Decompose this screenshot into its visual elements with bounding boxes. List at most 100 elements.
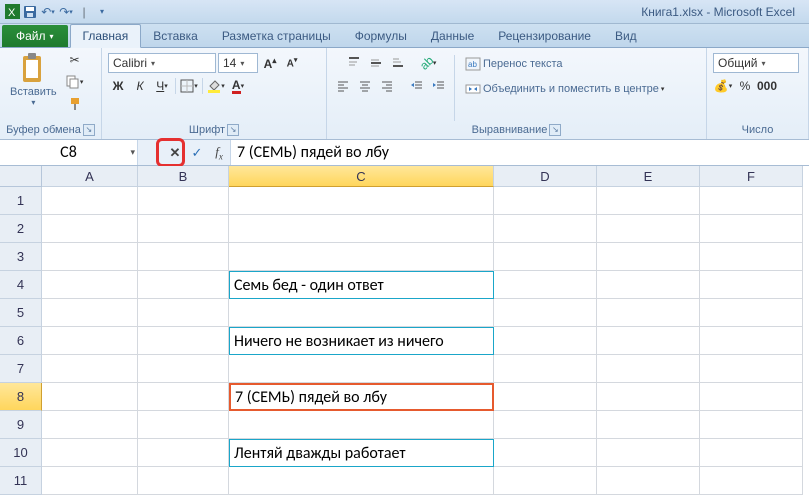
cell-F6[interactable] — [700, 327, 803, 355]
cell-E1[interactable] — [597, 187, 700, 215]
cell-D5[interactable] — [494, 299, 597, 327]
cell-F4[interactable] — [700, 271, 803, 299]
cell-D3[interactable] — [494, 243, 597, 271]
column-header-B[interactable]: B — [138, 166, 229, 187]
align-top-button[interactable] — [344, 53, 364, 73]
align-middle-button[interactable] — [366, 53, 386, 73]
name-box[interactable]: C8 ▾ — [0, 140, 138, 165]
cut-button[interactable]: ✂ — [65, 50, 85, 70]
cell-C8[interactable]: 7 (СЕМЬ) пядей во лбу — [229, 383, 494, 411]
cell-A4[interactable] — [42, 271, 138, 299]
cell-E2[interactable] — [597, 215, 700, 243]
cell-C10[interactable]: Лентяй дважды работает — [229, 439, 494, 467]
cell-B3[interactable] — [138, 243, 229, 271]
cell-B9[interactable] — [138, 411, 229, 439]
cell-F9[interactable] — [700, 411, 803, 439]
align-right-button[interactable] — [377, 76, 397, 96]
cell-D6[interactable] — [494, 327, 597, 355]
cell-A6[interactable] — [42, 327, 138, 355]
cell-F10[interactable] — [700, 439, 803, 467]
row-header-8[interactable]: 8 — [0, 383, 42, 411]
cell-C2[interactable] — [229, 215, 494, 243]
font-name-combo[interactable]: Calibri▾ — [108, 53, 216, 73]
cell-C6[interactable]: Ничего не возникает из ничего — [229, 327, 494, 355]
cell-F11[interactable] — [700, 467, 803, 495]
row-header-5[interactable]: 5 — [0, 299, 42, 327]
comma-button[interactable]: 000 — [757, 76, 777, 96]
tab-data[interactable]: Данные — [419, 25, 486, 47]
align-center-button[interactable] — [355, 76, 375, 96]
cell-A11[interactable] — [42, 467, 138, 495]
wrap-text-button[interactable]: ab Перенос текста — [460, 53, 568, 75]
cell-D7[interactable] — [494, 355, 597, 383]
cell-B2[interactable] — [138, 215, 229, 243]
cell-B8[interactable] — [138, 383, 229, 411]
cell-C1[interactable] — [229, 187, 494, 215]
select-all-corner[interactable] — [0, 166, 42, 187]
paste-button[interactable]: Вставить ▾ — [6, 50, 61, 109]
underline-button[interactable]: Ч▾ — [152, 76, 172, 96]
cell-B5[interactable] — [138, 299, 229, 327]
orientation-button[interactable]: ab▾ — [418, 53, 438, 73]
tab-view[interactable]: Вид — [603, 25, 649, 47]
dialog-launcher[interactable]: ↘ — [83, 124, 95, 136]
cell-A7[interactable] — [42, 355, 138, 383]
redo-icon[interactable]: ↷▾ — [58, 4, 74, 20]
row-header-6[interactable]: 6 — [0, 327, 42, 355]
cell-B10[interactable] — [138, 439, 229, 467]
row-header-9[interactable]: 9 — [0, 411, 42, 439]
cell-D8[interactable] — [494, 383, 597, 411]
cell-B11[interactable] — [138, 467, 229, 495]
row-header-1[interactable]: 1 — [0, 187, 42, 215]
column-header-F[interactable]: F — [700, 166, 803, 187]
cell-E9[interactable] — [597, 411, 700, 439]
borders-button[interactable]: ▾ — [179, 76, 199, 96]
cell-E8[interactable] — [597, 383, 700, 411]
tab-page-layout[interactable]: Разметка страницы — [210, 25, 343, 47]
cell-B4[interactable] — [138, 271, 229, 299]
formula-input[interactable]: 7 (СЕМЬ) пядей во лбу — [230, 140, 809, 165]
decrease-indent-button[interactable] — [407, 76, 427, 96]
column-header-A[interactable]: A — [42, 166, 138, 187]
cell-A9[interactable] — [42, 411, 138, 439]
align-left-button[interactable] — [333, 76, 353, 96]
cell-E5[interactable] — [597, 299, 700, 327]
merge-center-button[interactable]: Объединить и поместить в центре ▾ — [460, 78, 669, 100]
increase-indent-button[interactable] — [429, 76, 449, 96]
row-header-2[interactable]: 2 — [0, 215, 42, 243]
save-icon[interactable] — [22, 4, 38, 20]
cell-E3[interactable] — [597, 243, 700, 271]
column-header-E[interactable]: E — [597, 166, 700, 187]
row-header-7[interactable]: 7 — [0, 355, 42, 383]
dialog-launcher[interactable]: ↘ — [227, 124, 239, 136]
dialog-launcher[interactable]: ↘ — [549, 124, 561, 136]
cell-F5[interactable] — [700, 299, 803, 327]
format-painter-button[interactable] — [65, 94, 85, 114]
italic-button[interactable]: К — [130, 76, 150, 96]
cell-D10[interactable] — [494, 439, 597, 467]
cell-F8[interactable] — [700, 383, 803, 411]
bold-button[interactable]: Ж — [108, 76, 128, 96]
tab-formulas[interactable]: Формулы — [343, 25, 419, 47]
cell-C11[interactable] — [229, 467, 494, 495]
column-header-C[interactable]: C — [229, 166, 494, 187]
cell-C3[interactable] — [229, 243, 494, 271]
undo-icon[interactable]: ↶▾ — [40, 4, 56, 20]
cell-C4[interactable]: Семь бед - один ответ — [229, 271, 494, 299]
cell-B6[interactable] — [138, 327, 229, 355]
cell-F1[interactable] — [700, 187, 803, 215]
cell-A10[interactable] — [42, 439, 138, 467]
tab-home[interactable]: Главная — [70, 24, 142, 48]
tab-insert[interactable]: Вставка — [141, 25, 210, 47]
percent-button[interactable]: % — [735, 76, 755, 96]
cell-E6[interactable] — [597, 327, 700, 355]
fill-color-button[interactable]: ▾ — [206, 76, 226, 96]
number-format-combo[interactable]: Общий▾ — [713, 53, 799, 73]
cell-E4[interactable] — [597, 271, 700, 299]
cell-B7[interactable] — [138, 355, 229, 383]
tab-review[interactable]: Рецензирование — [486, 25, 603, 47]
font-size-combo[interactable]: 14▾ — [218, 53, 258, 73]
grow-font-button[interactable]: A▴ — [260, 53, 280, 73]
row-header-10[interactable]: 10 — [0, 439, 42, 467]
copy-button[interactable]: ▾ — [65, 72, 85, 92]
